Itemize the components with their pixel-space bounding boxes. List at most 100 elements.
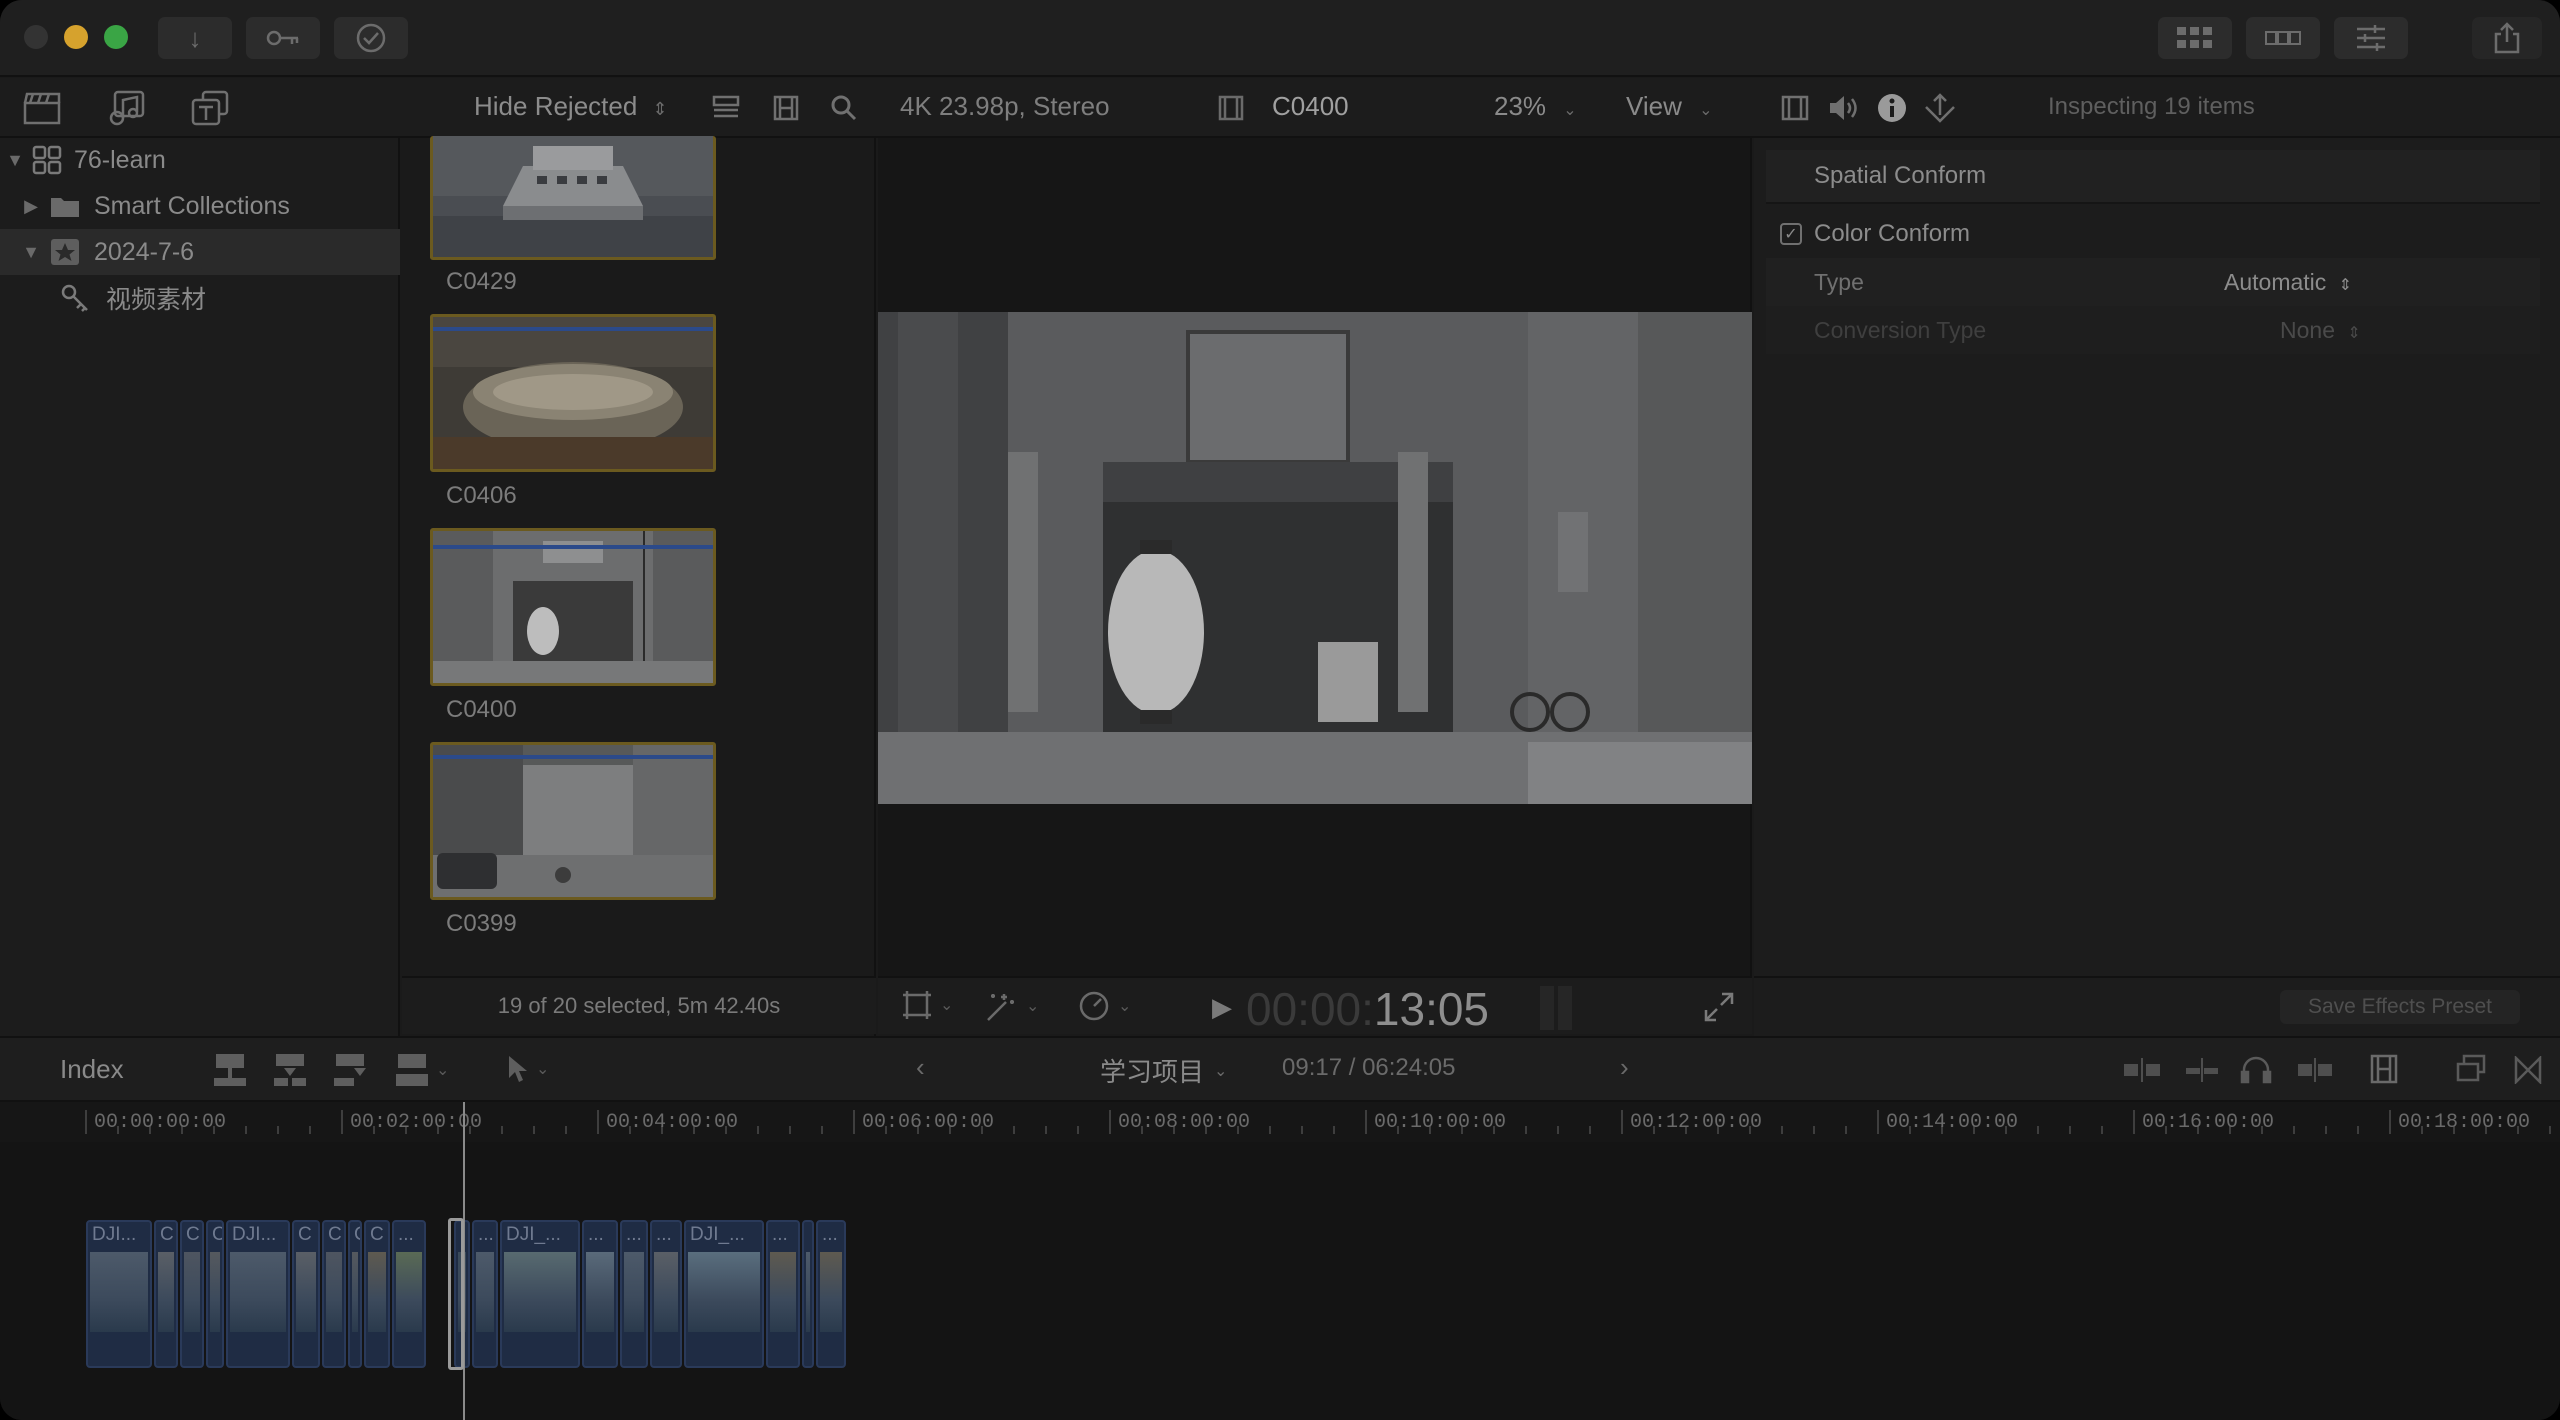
- connect-clip-button[interactable]: [212, 1052, 248, 1093]
- timeline-clip[interactable]: ...: [620, 1220, 648, 1368]
- color-conform-section[interactable]: ✓ Color Conform: [1766, 210, 2540, 258]
- spatial-conform-label: Spatial Conform: [1814, 162, 1987, 189]
- view-popup[interactable]: View ⌄: [1626, 91, 1713, 122]
- keywords-button[interactable]: [246, 17, 320, 59]
- timeline-toggle-button[interactable]: [2246, 17, 2320, 59]
- bowl-thumbnail-image: [433, 317, 713, 469]
- timeline-clip[interactable]: C: [154, 1220, 178, 1368]
- import-button[interactable]: ↓: [158, 17, 232, 59]
- timeline-clip[interactable]: DJI...: [86, 1220, 152, 1368]
- titles-generators-button[interactable]: [188, 88, 232, 128]
- timeline-clip[interactable]: C: [292, 1220, 320, 1368]
- timeline-clip[interactable]: [802, 1220, 814, 1368]
- timeline-clip-thumbnail: [586, 1252, 614, 1332]
- transitions-browser-button[interactable]: [2514, 1054, 2542, 1089]
- timecode-display[interactable]: 00:00:13:05: [1246, 982, 1489, 1036]
- filmstrip-view-button[interactable]: [768, 90, 804, 126]
- timeline-clip[interactable]: DJI_...: [684, 1220, 764, 1368]
- disclosure-triangle-icon[interactable]: ▶: [20, 196, 42, 217]
- smart-collections-row[interactable]: ▶ Smart Collections: [0, 183, 400, 229]
- disclosure-triangle-icon[interactable]: ▼: [20, 242, 42, 263]
- pane-toolbar: Hide Rejected ⇕ 4K 23.98p, Stereo C0400 …: [0, 78, 2560, 138]
- close-button[interactable]: [24, 25, 48, 49]
- video-inspector-tab[interactable]: [1778, 90, 1812, 126]
- color-conform-checkbox[interactable]: ✓: [1780, 223, 1802, 245]
- transform-arrows-icon: [1925, 93, 1955, 123]
- keyword-collection-row[interactable]: 视频素材: [0, 275, 400, 321]
- clip-thumbnail[interactable]: [430, 742, 716, 900]
- event-row[interactable]: ▼ 2024-7-6: [0, 229, 400, 275]
- filmstrip-icon: [2265, 31, 2301, 45]
- library-row[interactable]: ▼ 76-learn: [0, 137, 400, 183]
- timeline-clip[interactable]: ...: [650, 1220, 682, 1368]
- play-icon: ▶: [1212, 992, 1232, 1022]
- tool-menu[interactable]: ⌄: [506, 1054, 549, 1084]
- search-button[interactable]: [826, 90, 862, 126]
- transform-menu[interactable]: ⌄: [902, 990, 953, 1020]
- clip-appearance-button[interactable]: [2370, 1054, 2398, 1089]
- insert-clip-button[interactable]: [272, 1052, 308, 1093]
- timeline-clip[interactable]: C: [348, 1220, 362, 1368]
- timeline-clip-name: C: [354, 1224, 360, 1246]
- history-forward-button[interactable]: ›: [1620, 1052, 1629, 1083]
- sliders-icon: [2357, 25, 2385, 51]
- minimize-button[interactable]: [64, 25, 88, 49]
- info-inspector-tab[interactable]: [1874, 90, 1910, 126]
- overwrite-clip-button[interactable]: ⌄: [394, 1052, 449, 1088]
- timeline-clip-thumbnail: [296, 1252, 316, 1332]
- conversion-type-popup[interactable]: None ⇕: [2280, 317, 2361, 344]
- timeline-clip-thumbnail: [476, 1252, 494, 1332]
- skimming-button[interactable]: [2122, 1056, 2162, 1089]
- project-popup[interactable]: 学习项目 ⌄: [1100, 1052, 1227, 1089]
- disclosure-triangle-icon[interactable]: ▼: [4, 150, 26, 171]
- fullscreen-button[interactable]: [1704, 992, 1734, 1027]
- spatial-conform-section[interactable]: Spatial Conform: [1766, 150, 2540, 204]
- save-effects-preset-button[interactable]: Save Effects Preset: [2280, 990, 2520, 1024]
- audio-skimming-button[interactable]: [2184, 1056, 2220, 1089]
- selection-status: 19 of 20 selected, 5m 42.40s: [497, 993, 781, 1018]
- type-popup[interactable]: Automatic ⇕: [2224, 269, 2352, 296]
- timeline-clip[interactable]: DJI_...: [500, 1220, 580, 1368]
- search-icon: [831, 95, 857, 121]
- timeline-clip-thumbnail: [504, 1252, 576, 1332]
- arrow-pointer-icon: [509, 1056, 527, 1082]
- history-back-button[interactable]: ‹: [916, 1052, 925, 1083]
- timeline-clip[interactable]: ...: [816, 1220, 846, 1368]
- insert-clip-icon: [274, 1054, 306, 1086]
- effects-browser-button[interactable]: [2456, 1054, 2486, 1089]
- timeline-clip[interactable]: C: [364, 1220, 390, 1368]
- timeline-clip[interactable]: DJI...: [226, 1220, 290, 1368]
- audio-inspector-tab[interactable]: [1826, 90, 1862, 126]
- zoom-button[interactable]: [104, 25, 128, 49]
- enhance-menu[interactable]: ⌄: [984, 990, 1039, 1022]
- browser-toggle-button[interactable]: [2158, 17, 2232, 59]
- clip-appearance-button[interactable]: [708, 90, 744, 126]
- viewer-clip-icon: [1214, 90, 1248, 126]
- inspector-toggle-button[interactable]: [2334, 17, 2408, 59]
- filter-popup[interactable]: Hide Rejected ⇕: [474, 91, 668, 122]
- timeline-clip[interactable]: ...: [392, 1220, 426, 1368]
- timeline-clip[interactable]: C: [206, 1220, 224, 1368]
- index-button[interactable]: Index: [60, 1054, 124, 1085]
- background-tasks-button[interactable]: [334, 17, 408, 59]
- retime-menu[interactable]: ⌄: [1078, 990, 1131, 1022]
- clip-thumbnail[interactable]: [430, 528, 716, 686]
- clip-thumbnail[interactable]: [430, 314, 716, 472]
- share-button[interactable]: [2472, 17, 2542, 59]
- share-inspector-tab[interactable]: [1922, 90, 1958, 126]
- timeline-clip[interactable]: ...: [582, 1220, 618, 1368]
- append-clip-button[interactable]: [332, 1052, 368, 1093]
- clip-thumbnail[interactable]: [430, 136, 716, 260]
- timeline-clip[interactable]: ...: [766, 1220, 800, 1368]
- timeline-clip[interactable]: ...: [472, 1220, 498, 1368]
- timeline-clip[interactable]: C: [322, 1220, 346, 1368]
- libraries-button[interactable]: [20, 88, 64, 128]
- zoom-popup[interactable]: 23% ⌄: [1494, 91, 1577, 122]
- chevron-down-icon: ⌄: [1118, 998, 1132, 1015]
- play-button[interactable]: ▶: [1212, 992, 1232, 1023]
- solo-button[interactable]: [2240, 1054, 2272, 1089]
- photos-audio-button[interactable]: [104, 88, 148, 128]
- timeline-clip[interactable]: C: [180, 1220, 204, 1368]
- snapping-button[interactable]: [2296, 1056, 2334, 1089]
- timeline-clip-name: C: [328, 1224, 342, 1245]
